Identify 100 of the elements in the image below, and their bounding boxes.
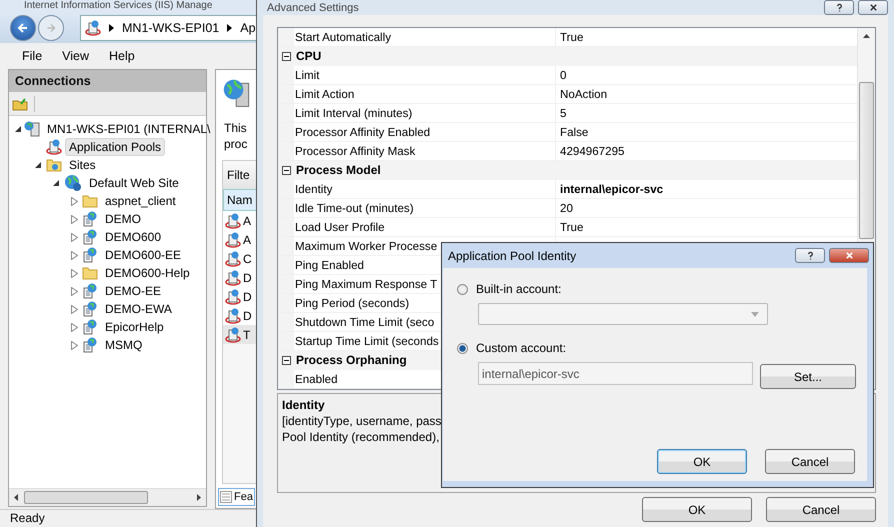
property-name[interactable]: Load User Profile (295, 220, 385, 234)
collapse-toggle-icon[interactable] (282, 356, 290, 364)
tree-item[interactable]: DEMO600-Help (101, 264, 194, 282)
property-name[interactable]: Limit Action (295, 88, 354, 100)
list-row[interactable]: C (223, 249, 256, 268)
tree-item[interactable]: DEMO600-EE (101, 246, 186, 264)
web-application-icon (82, 337, 98, 353)
web-application-icon (82, 229, 98, 245)
address-bar[interactable]: MN1-WKS-EPI01 Ap (80, 15, 256, 41)
tree-item[interactable]: Sites (65, 156, 100, 174)
help-button[interactable] (824, 0, 854, 15)
tree-item[interactable]: Application Pools (65, 138, 166, 156)
collapse-arrow-icon[interactable] (53, 180, 59, 186)
property-name[interactable]: Start Automatically (295, 30, 392, 44)
list-row[interactable]: D (223, 268, 256, 287)
property-name[interactable]: Idle Time-out (minutes) (295, 202, 414, 214)
expand-arrow-icon[interactable] (70, 232, 78, 242)
collapse-toggle-icon[interactable] (282, 166, 290, 174)
dialog-title: Application Pool Identity (448, 248, 576, 262)
property-value[interactable]: 5 (560, 106, 566, 120)
property-value[interactable]: internal\epicor-svc (560, 182, 664, 196)
expand-arrow-icon[interactable] (70, 250, 78, 260)
expand-arrow-icon[interactable] (70, 286, 78, 296)
cancel-button[interactable]: Cancel (766, 497, 876, 522)
breadcrumb-item[interactable]: MN1-WKS-EPI01 (122, 21, 220, 35)
breadcrumb-item[interactable]: Ap (240, 21, 256, 35)
property-name[interactable]: Enabled (295, 372, 338, 386)
web-application-icon (82, 301, 98, 317)
property-value[interactable]: 4294967295 (560, 144, 624, 158)
close-button[interactable] (829, 248, 869, 263)
web-application-icon (82, 319, 98, 335)
expand-arrow-icon[interactable] (70, 304, 78, 314)
tree-item[interactable]: DEMO (101, 210, 145, 228)
status-text: Ready (10, 511, 45, 525)
property-name[interactable]: Ping Maximum Response T (295, 278, 438, 290)
forward-button[interactable] (38, 15, 64, 41)
ok-button[interactable]: OK (657, 449, 747, 474)
column-header[interactable]: Nam (223, 189, 256, 211)
property-name[interactable]: Shutdown Time Limit (seco (295, 316, 434, 328)
help-icon (806, 251, 814, 260)
cancel-button[interactable]: Cancel (765, 449, 855, 474)
globe-icon (64, 174, 82, 192)
list-row[interactable]: A (223, 230, 256, 249)
property-value[interactable]: 20 (560, 202, 573, 214)
property-value[interactable]: True (560, 220, 584, 234)
expand-arrow-icon[interactable] (70, 322, 78, 332)
menu-item[interactable]: File (22, 49, 42, 63)
menu-item[interactable]: View (62, 49, 90, 63)
list-row[interactable]: D (223, 306, 256, 325)
close-button[interactable] (858, 0, 888, 15)
list-row[interactable]: T (223, 325, 256, 344)
property-name[interactable]: Maximum Worker Processe (295, 240, 438, 252)
property-value[interactable]: NoAction (560, 88, 608, 100)
horizontal-scrollbar[interactable] (9, 488, 206, 506)
tree-item[interactable]: aspnet_client (101, 192, 180, 210)
tree-item[interactable]: MN1-WKS-EPI01 (INTERNAL\ (43, 120, 214, 138)
expand-arrow-icon[interactable] (70, 268, 78, 278)
description-text: proc (224, 136, 248, 152)
property-name[interactable]: Processor Affinity Mask (295, 144, 416, 158)
scroll-up-icon[interactable] (863, 34, 870, 38)
property-name[interactable]: Startup Time Limit (seconds (295, 334, 439, 348)
application-pool-icon (225, 288, 241, 304)
description-text: This (224, 120, 248, 136)
connect-folder-icon[interactable] (12, 96, 28, 112)
expand-arrow-icon[interactable] (70, 196, 78, 206)
help-button[interactable] (795, 248, 825, 263)
dropdown-caret-icon (751, 312, 759, 316)
property-value[interactable]: 0 (560, 68, 566, 82)
property-name[interactable]: Ping Enabled (295, 258, 364, 272)
tree-item[interactable]: DEMO-EWA (101, 300, 176, 318)
collapse-arrow-icon[interactable] (15, 126, 21, 132)
tree-item[interactable]: DEMO600 (101, 228, 166, 246)
menu-item[interactable]: Help (109, 49, 135, 63)
close-icon (868, 3, 878, 12)
scroll-left-icon[interactable] (14, 494, 18, 501)
tree-item[interactable]: Default Web Site (85, 174, 183, 192)
description-title: Identity (282, 397, 325, 413)
collapse-arrow-icon[interactable] (35, 162, 41, 168)
property-name[interactable]: Processor Affinity Enabled (295, 126, 430, 138)
list-row[interactable]: D (223, 287, 256, 306)
property-name[interactable]: Limit (295, 68, 320, 82)
scroll-right-icon[interactable] (197, 494, 201, 501)
property-name[interactable]: Ping Period (seconds) (295, 296, 410, 310)
expand-arrow-icon[interactable] (70, 340, 78, 350)
back-button[interactable] (10, 15, 36, 41)
web-application-icon (82, 283, 98, 299)
tree-item[interactable]: DEMO-EE (101, 282, 166, 300)
category-label: Process Model (295, 163, 381, 177)
tree-item[interactable]: EpicorHelp (101, 318, 168, 336)
expand-arrow-icon[interactable] (70, 214, 78, 224)
property-name[interactable]: Limit Interval (minutes) (295, 106, 412, 120)
property-value[interactable]: False (560, 126, 588, 138)
property-name[interactable]: Identity (295, 182, 332, 196)
web-application-icon (82, 247, 98, 263)
tree-item[interactable]: MSMQ (101, 336, 146, 354)
features-view-tab[interactable]: Fea (218, 488, 255, 506)
property-value[interactable]: True (560, 30, 584, 44)
ok-button[interactable]: OK (642, 497, 752, 522)
collapse-toggle-icon[interactable] (282, 52, 290, 60)
list-row[interactable]: A (223, 211, 256, 230)
